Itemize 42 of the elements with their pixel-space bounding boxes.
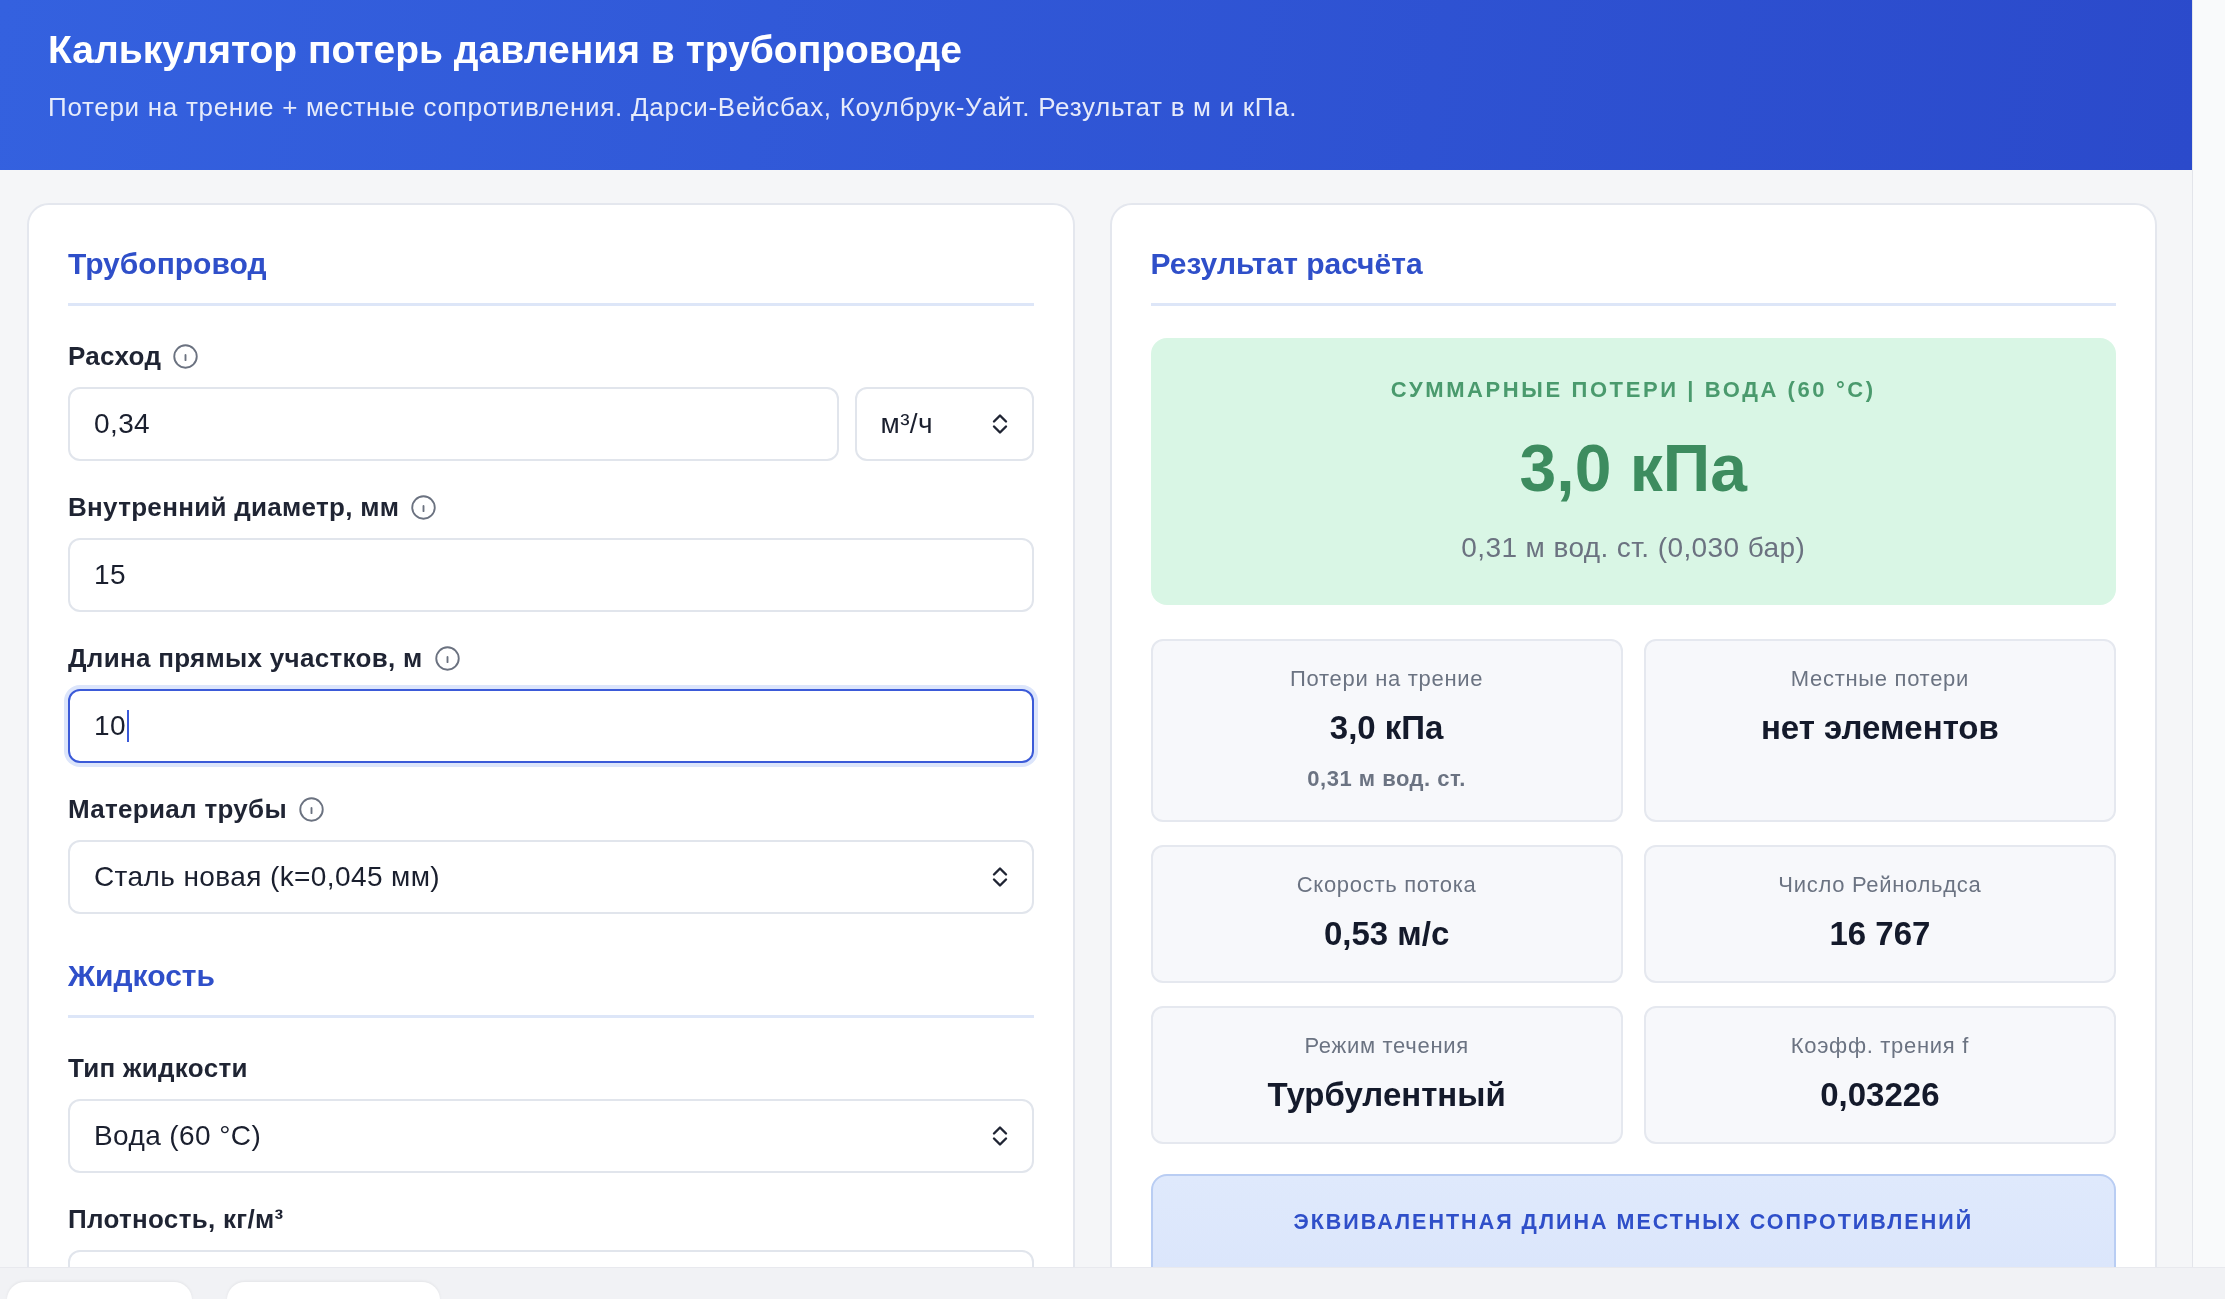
dropdown[interactable]: Вода (60 °C) [68, 1099, 1034, 1173]
chevron-up-down-icon [991, 1124, 1008, 1148]
info-icon[interactable] [411, 494, 437, 520]
metric-label: Скорость потока [1296, 872, 1477, 898]
summary-value: 3,0 кПа [1519, 432, 1747, 504]
metric-label: Коэфф. трения f [1790, 1033, 1970, 1059]
unit-dropdown[interactable]: м³/ч [854, 387, 1034, 461]
chevron-up-down-icon [991, 865, 1008, 889]
summary-detail: 0,31 м вод. ст. (0,030 бар) [1461, 531, 1806, 565]
field-label: Тип жидкости [68, 1053, 248, 1083]
field-label: Длина прямых участков, м [68, 643, 423, 673]
info-icon[interactable] [173, 343, 199, 369]
field-label: Внутренний диаметр, мм [68, 492, 400, 522]
metric-value: 0,03226 [1820, 1076, 1940, 1114]
field-label: Материал трубы [68, 794, 287, 824]
input-field[interactable]: 0,34 [68, 387, 839, 461]
page-title: Калькулятор потерь давления в трубопроводе [48, 27, 964, 73]
info-icon[interactable] [434, 645, 460, 671]
field-label: Расход [68, 341, 162, 371]
info-icon[interactable] [298, 796, 324, 822]
chevron-up-down-icon [991, 412, 1008, 436]
metric-value: 0,53 м/с [1323, 915, 1450, 953]
text-cursor-icon [126, 710, 129, 742]
metric-value: нет элементов [1760, 709, 1999, 747]
page-subtitle: Потери на трение + местные сопротивления. Дарси-Вейсбах, Коулбрук-Уайт. Результат в м и кПа. [48, 92, 1299, 122]
metric-label: Потери на трение [1290, 666, 1484, 692]
section-title: Жидкость [68, 958, 1034, 1018]
metric-label: Режим течения [1304, 1033, 1469, 1059]
metric-value: 3,0 кПа [1329, 709, 1444, 747]
summary-caption: СУММАРНЫЕ ПОТЕРИ | ВОДА (60 °C) [1390, 376, 1876, 404]
metric-label: Число Рейнольдса [1778, 872, 1982, 898]
field-label: Плотность, кг/м³ [68, 1204, 284, 1234]
section-title: Результат расчёта [1150, 246, 2116, 306]
scrollbar-track[interactable] [2192, 0, 2225, 1267]
input-field[interactable]: 15 [68, 538, 1034, 612]
panel-caption: ЭКВИВАЛЕНТНАЯ ДЛИНА МЕСТНЫХ СОПРОТИВЛЕНИЙ [1293, 1208, 1974, 1236]
dropdown[interactable]: Сталь новая (k=0,045 мм) [68, 840, 1034, 914]
section-title: Трубопровод [68, 246, 1034, 306]
metric-note: 0,31 м вод. ст. [1307, 766, 1466, 792]
metric-value: Турбулентный [1267, 1076, 1506, 1114]
metric-value: 16 767 [1829, 915, 1931, 953]
metric-label: Местные потери [1790, 666, 1969, 692]
